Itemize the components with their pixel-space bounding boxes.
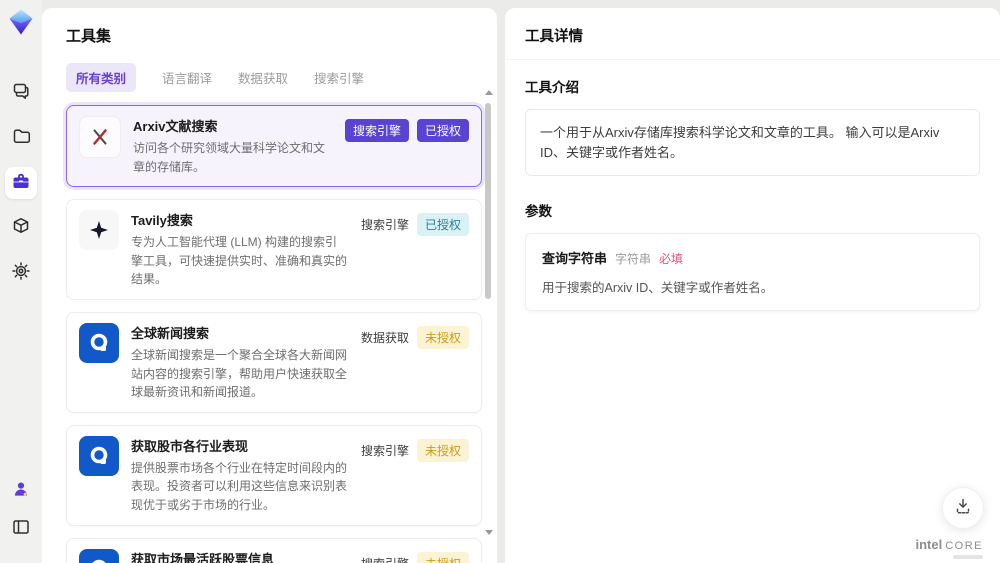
globe-news-icon: [79, 548, 119, 563]
sidebar-item-collapse[interactable]: [5, 513, 37, 545]
chat-bubbles-icon: [11, 81, 31, 106]
auth-status-badge: 已授权: [416, 119, 469, 142]
globe-news-icon: [79, 435, 119, 476]
tool-card-body: 全球新闻搜索全球新闻搜索是一个聚合全球各大新闻网站内容的搜索引擎，帮助用户快速获…: [131, 323, 349, 402]
panel-icon: [11, 517, 31, 542]
category-tab[interactable]: 搜索引擎: [314, 63, 364, 92]
category-badge: 搜索引擎: [360, 443, 409, 458]
folder-icon: [11, 126, 31, 151]
tool-card-body: 获取股市各行业表现提供股票市场各个行业在特定时间段内的表现。投资者可以利用这些信…: [131, 436, 349, 515]
tool-card[interactable]: 获取市场最活跃股票信息提供当天交易量最高的股票列表，投资者可以利用这些信息来识别…: [66, 537, 482, 563]
scrollbar-thumb[interactable]: [485, 103, 491, 299]
sidebar-item-settings[interactable]: [5, 257, 37, 289]
detail-panel-content: 工具介绍 一个用于从Arxiv存储库搜索科学论文和文章的工具。 输入可以是Arx…: [505, 60, 1000, 327]
sidebar-item-chat[interactable]: [5, 77, 37, 109]
tool-intro-text: 一个用于从Arxiv存储库搜索科学论文和文章的工具。 输入可以是Arxiv ID…: [525, 109, 980, 176]
gear-icon: [11, 261, 31, 286]
auth-status-badge: 未授权: [416, 551, 469, 563]
tool-name: Tavily搜索: [131, 213, 193, 229]
rail-bottom: [5, 475, 37, 551]
tool-badges: 搜索引擎未授权: [360, 438, 469, 515]
tool-card[interactable]: Tavily搜索专为人工智能代理 (LLM) 构建的搜索引擎工具，可快速提供实时…: [66, 199, 482, 300]
category-badge: 搜索引擎: [344, 119, 409, 142]
auth-status-badge: 已授权: [416, 213, 469, 237]
params-section-title: 参数: [525, 204, 552, 219]
tool-card[interactable]: 全球新闻搜索全球新闻搜索是一个聚合全球各大新闻网站内容的搜索引擎，帮助用户快速获…: [66, 311, 482, 413]
user-icon: [11, 479, 31, 504]
category-tab[interactable]: 所有类别: [66, 63, 137, 92]
sidebar-item-files[interactable]: [5, 122, 37, 154]
core-logo-text: CORE: [945, 540, 983, 552]
detail-panel-title: 工具详情: [505, 8, 1000, 60]
tool-list-panel: 工具集 所有类别 语言翻译 数据获取 搜索引擎 Arxiv文献搜索 访问各个研究领域大量…: [42, 8, 497, 563]
sparkle-icon: [79, 210, 119, 251]
briefcase-icon: [11, 171, 31, 196]
tool-list: Arxiv文献搜索 访问各个研究领域大量科学论文和文章的存储库。 搜索引擎 已授权 Ta…: [66, 105, 482, 563]
sidebar-item-tools[interactable]: [5, 167, 37, 199]
tool-name: 获取股市各行业表现: [131, 438, 249, 454]
arxiv-logo-icon: [79, 116, 121, 158]
category-badge: 数据获取: [360, 330, 409, 345]
rail-nav: [5, 77, 37, 302]
category-tab[interactable]: 语言翻译: [162, 63, 212, 92]
param-type: 字符串: [615, 252, 652, 266]
category-tab[interactable]: 数据获取: [238, 63, 288, 92]
tool-description: 专为人工智能代理 (LLM) 构建的搜索引擎工具，可快速提供实时、准确和真实的结…: [131, 235, 348, 287]
auth-status-badge: 未授权: [416, 438, 469, 462]
intel-logo-subline: [953, 555, 983, 559]
intel-core-logo: intel CORE: [915, 537, 983, 552]
tool-name: 获取市场最活跃股票信息: [131, 551, 275, 563]
download-icon: [953, 496, 973, 521]
tool-card-body: Arxiv文献搜索访问各个研究领域大量科学论文和文章的存储库。: [133, 116, 333, 176]
param-description: 用于搜索的Arxiv ID、关键字或作者姓名。: [542, 281, 774, 295]
category-badge: 搜索引擎: [360, 218, 409, 233]
param-name: 查询字符串: [542, 251, 608, 266]
category-badge: 搜索引擎: [361, 552, 409, 563]
tool-badges: 搜索引擎 已授权: [344, 119, 469, 176]
tool-name: 全球新闻搜索: [131, 325, 210, 341]
scrollbar-up-arrow[interactable]: [484, 90, 493, 95]
tool-name: Arxiv文献搜索: [133, 119, 218, 134]
page-title: 工具集: [66, 28, 112, 45]
sidebar-item-profile[interactable]: [5, 475, 37, 507]
cube-icon: [11, 216, 31, 241]
tool-badges: 搜索引擎 已授权: [361, 213, 469, 289]
auth-status-badge: 未授权: [416, 325, 469, 349]
tool-description: 全球新闻搜索是一个聚合全球各大新闻网站内容的搜索引擎，帮助用户快速获取全球最新资…: [131, 347, 348, 400]
param-required-badge: 必填: [659, 252, 684, 266]
tool-detail-panel: 工具详情 工具介绍 一个用于从Arxiv存储库搜索科学论文和文章的工具。 输入可…: [505, 8, 1000, 563]
tool-card[interactable]: 获取股市各行业表现提供股票市场各个行业在特定时间段内的表现。投资者可以利用这些信…: [66, 424, 482, 526]
sidebar-item-models[interactable]: [5, 212, 37, 244]
scrollbar-down-arrow[interactable]: [484, 530, 493, 535]
tool-badges: 数据获取 未授权: [360, 325, 469, 402]
left-icon-rail: [0, 0, 42, 563]
tool-card-body: 获取市场最活跃股票信息提供当天交易量最高的股票列表，投资者可以利用这些信息来识别…: [131, 549, 349, 563]
tool-description: 提供股票市场各个行业在特定时间段内的表现。投资者可以利用这些信息来识别表现优于或…: [131, 460, 348, 512]
intel-logo-text: intel: [915, 537, 943, 552]
intro-section-title: 工具介绍: [525, 80, 579, 95]
param-head: 查询字符串 字符串 必填: [542, 248, 963, 267]
scrollbar[interactable]: [484, 90, 493, 555]
param-card: 查询字符串 字符串 必填 用于搜索的Arxiv ID、关键字或作者姓名。: [525, 233, 980, 311]
tool-card[interactable]: Arxiv文献搜索访问各个研究领域大量科学论文和文章的存储库。 搜索引擎 已授权: [66, 105, 482, 188]
app-window: 工具集 所有类别 语言翻译 数据获取 搜索引擎 Arxiv文献搜索 访问各个研究领域大量…: [0, 0, 1000, 563]
category-tabs: 所有类别 语言翻译 数据获取 搜索引擎: [66, 63, 497, 92]
tool-card-body: Tavily搜索专为人工智能代理 (LLM) 构建的搜索引擎工具，可快速提供实时…: [131, 210, 349, 289]
globe-news-icon: [79, 322, 119, 363]
app-logo-diamond-icon: [8, 9, 34, 35]
tool-badges: 搜索引擎未授权: [361, 551, 469, 563]
download-button[interactable]: [942, 487, 984, 529]
tool-description: 访问各个研究领域大量科学论文和文章的存储库。: [133, 141, 326, 174]
